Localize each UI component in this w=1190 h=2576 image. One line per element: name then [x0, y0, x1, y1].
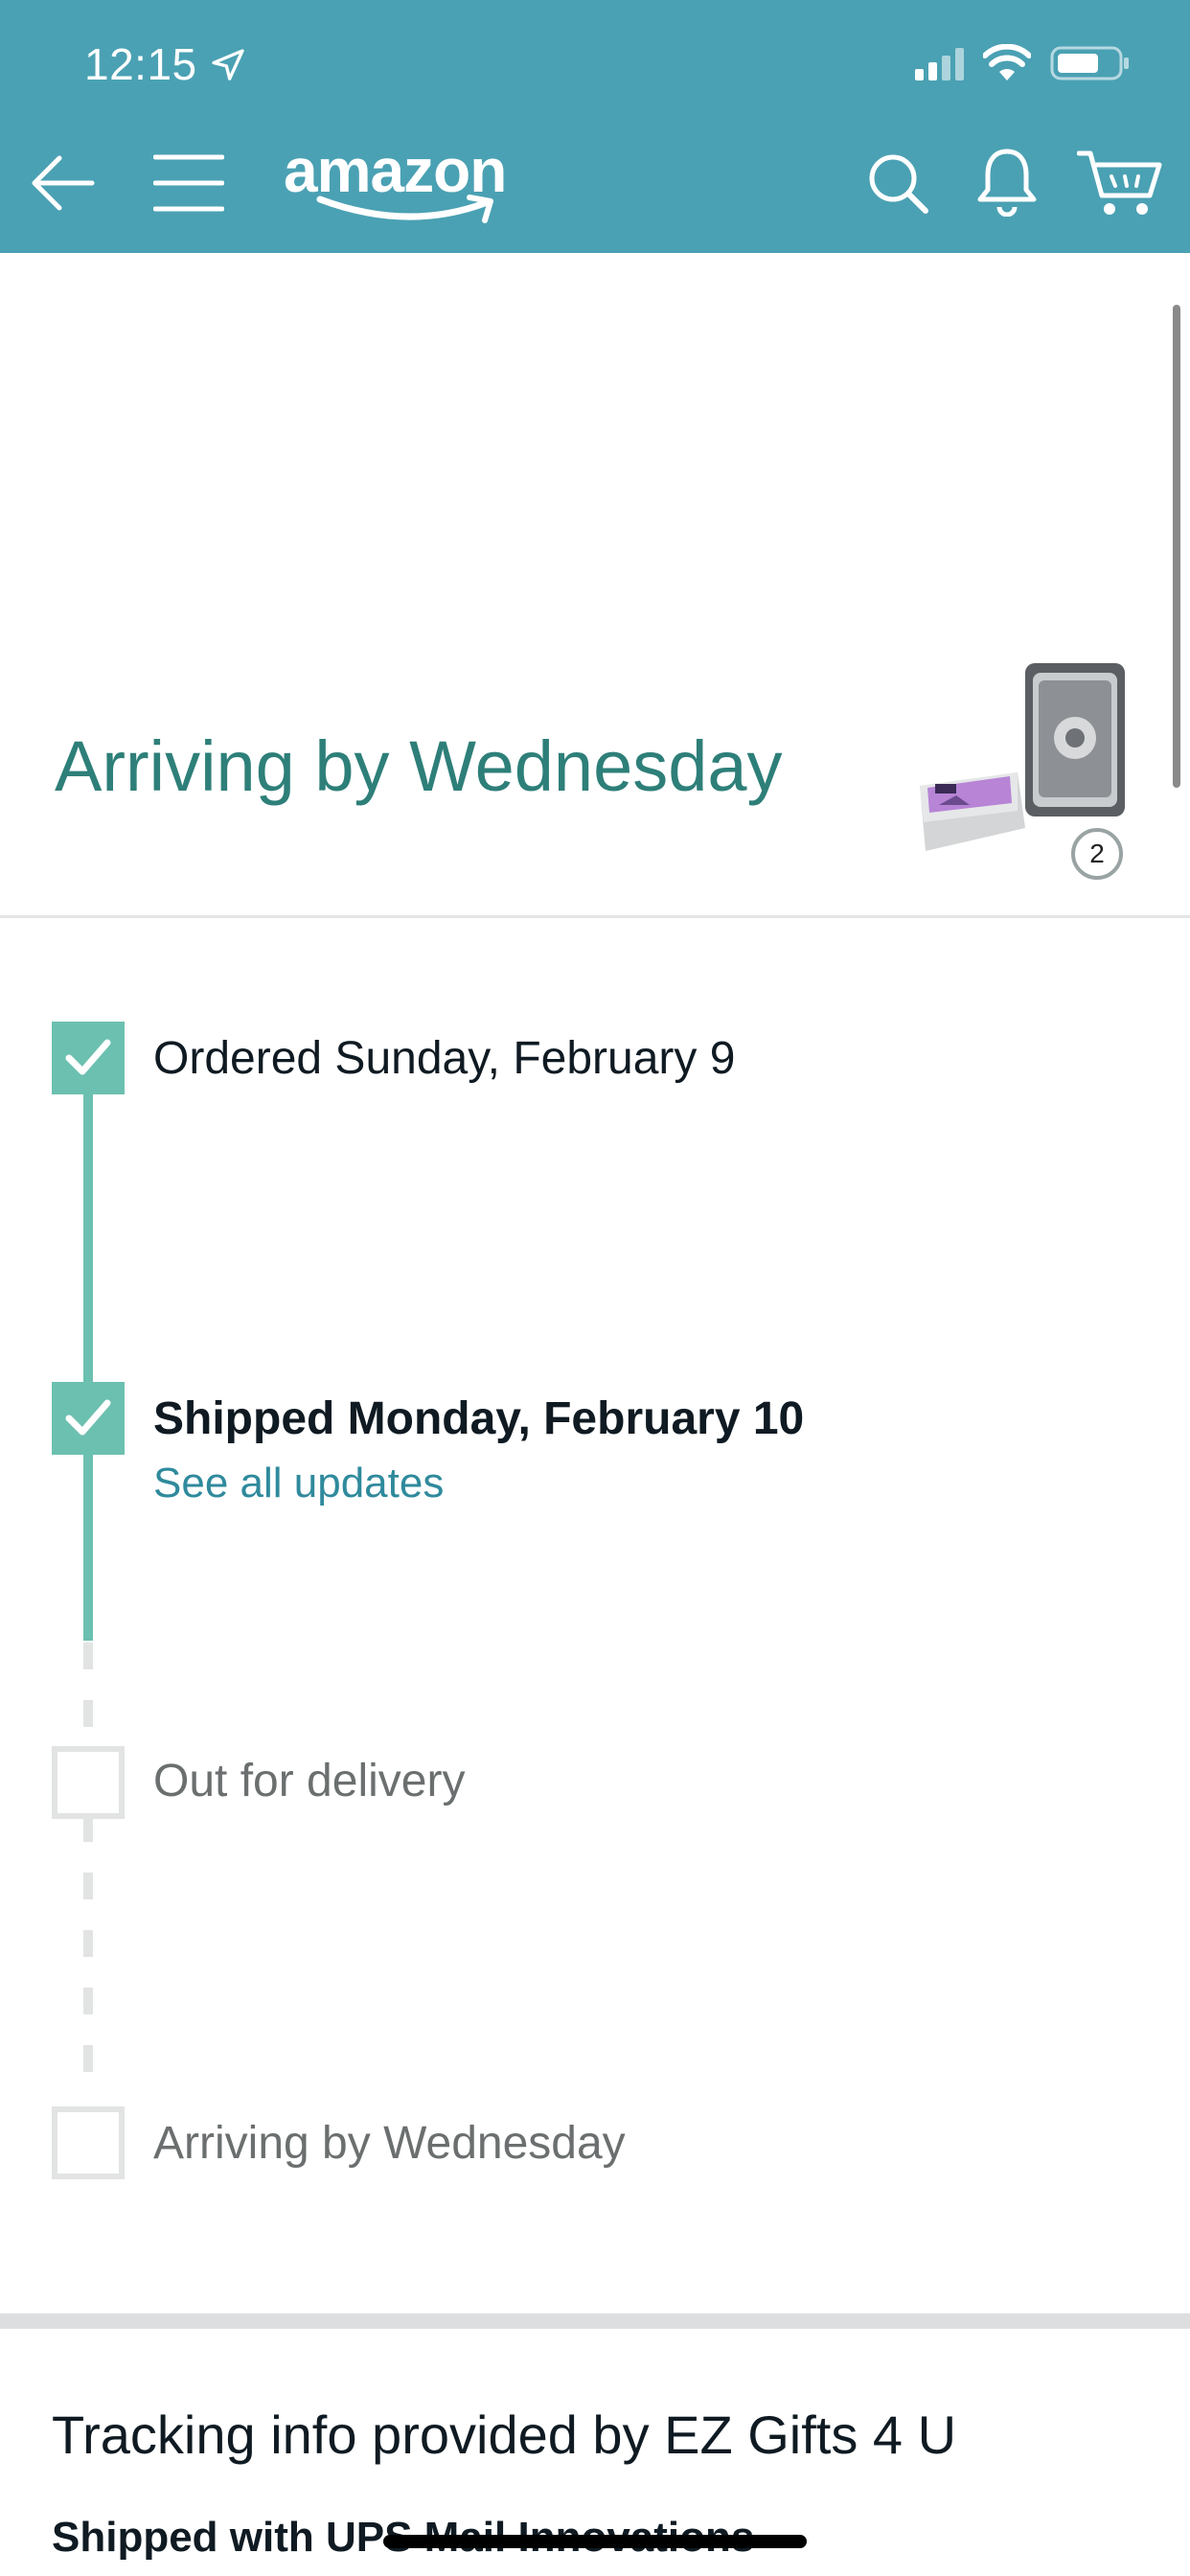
step-ordered-checkbox	[52, 1022, 125, 1094]
cart-icon[interactable]	[1077, 148, 1163, 218]
step-arriving-label: Arriving by Wednesday	[153, 2118, 626, 2169]
scrollbar[interactable]	[1173, 305, 1180, 788]
order-tracking-screen: 12:15 amazon Arriving by Wednesday 2 Ord…	[0, 0, 1190, 2576]
checkmark-icon	[65, 1039, 111, 1075]
step-out-for-delivery-label: Out for delivery	[153, 1756, 466, 1806]
battery-icon	[1050, 46, 1129, 80]
location-arrow-icon	[212, 49, 244, 80]
step-shipped-checkbox	[52, 1382, 125, 1455]
step-shipped-label: Shipped Monday, February 10	[153, 1393, 805, 1444]
step-out-for-delivery-checkbox	[52, 1746, 125, 1819]
arrival-title: Arriving by Wednesday	[55, 726, 783, 806]
status-time: 12:15	[84, 39, 197, 89]
wifi-icon	[983, 44, 1031, 80]
amazon-logo[interactable]: amazon	[284, 134, 533, 226]
signal-icon	[915, 48, 964, 80]
logo-smile-icon	[316, 195, 493, 223]
timeline-pending-line	[83, 1643, 93, 2093]
step-arriving-checkbox	[52, 2106, 125, 2179]
home-indicator[interactable]	[383, 2535, 807, 2548]
step-ordered-label: Ordered Sunday, February 9	[153, 1033, 736, 1084]
timeline-progress-line	[83, 1054, 93, 1641]
checkmark-icon	[65, 1399, 111, 1436]
item-count-badge: 2	[1071, 828, 1123, 880]
section-divider-thick	[0, 2313, 1190, 2329]
search-icon[interactable]	[866, 151, 929, 215]
app-header: 12:15 amazon	[0, 0, 1190, 253]
hamburger-menu-icon[interactable]	[153, 151, 224, 215]
tracking-info-title: Tracking info provided by EZ Gifts 4 U	[52, 2404, 957, 2465]
section-divider	[0, 915, 1190, 918]
see-all-updates-link[interactable]: See all updates	[153, 1457, 444, 1510]
bell-icon[interactable]	[973, 146, 1041, 217]
back-arrow-icon[interactable]	[29, 149, 98, 218]
